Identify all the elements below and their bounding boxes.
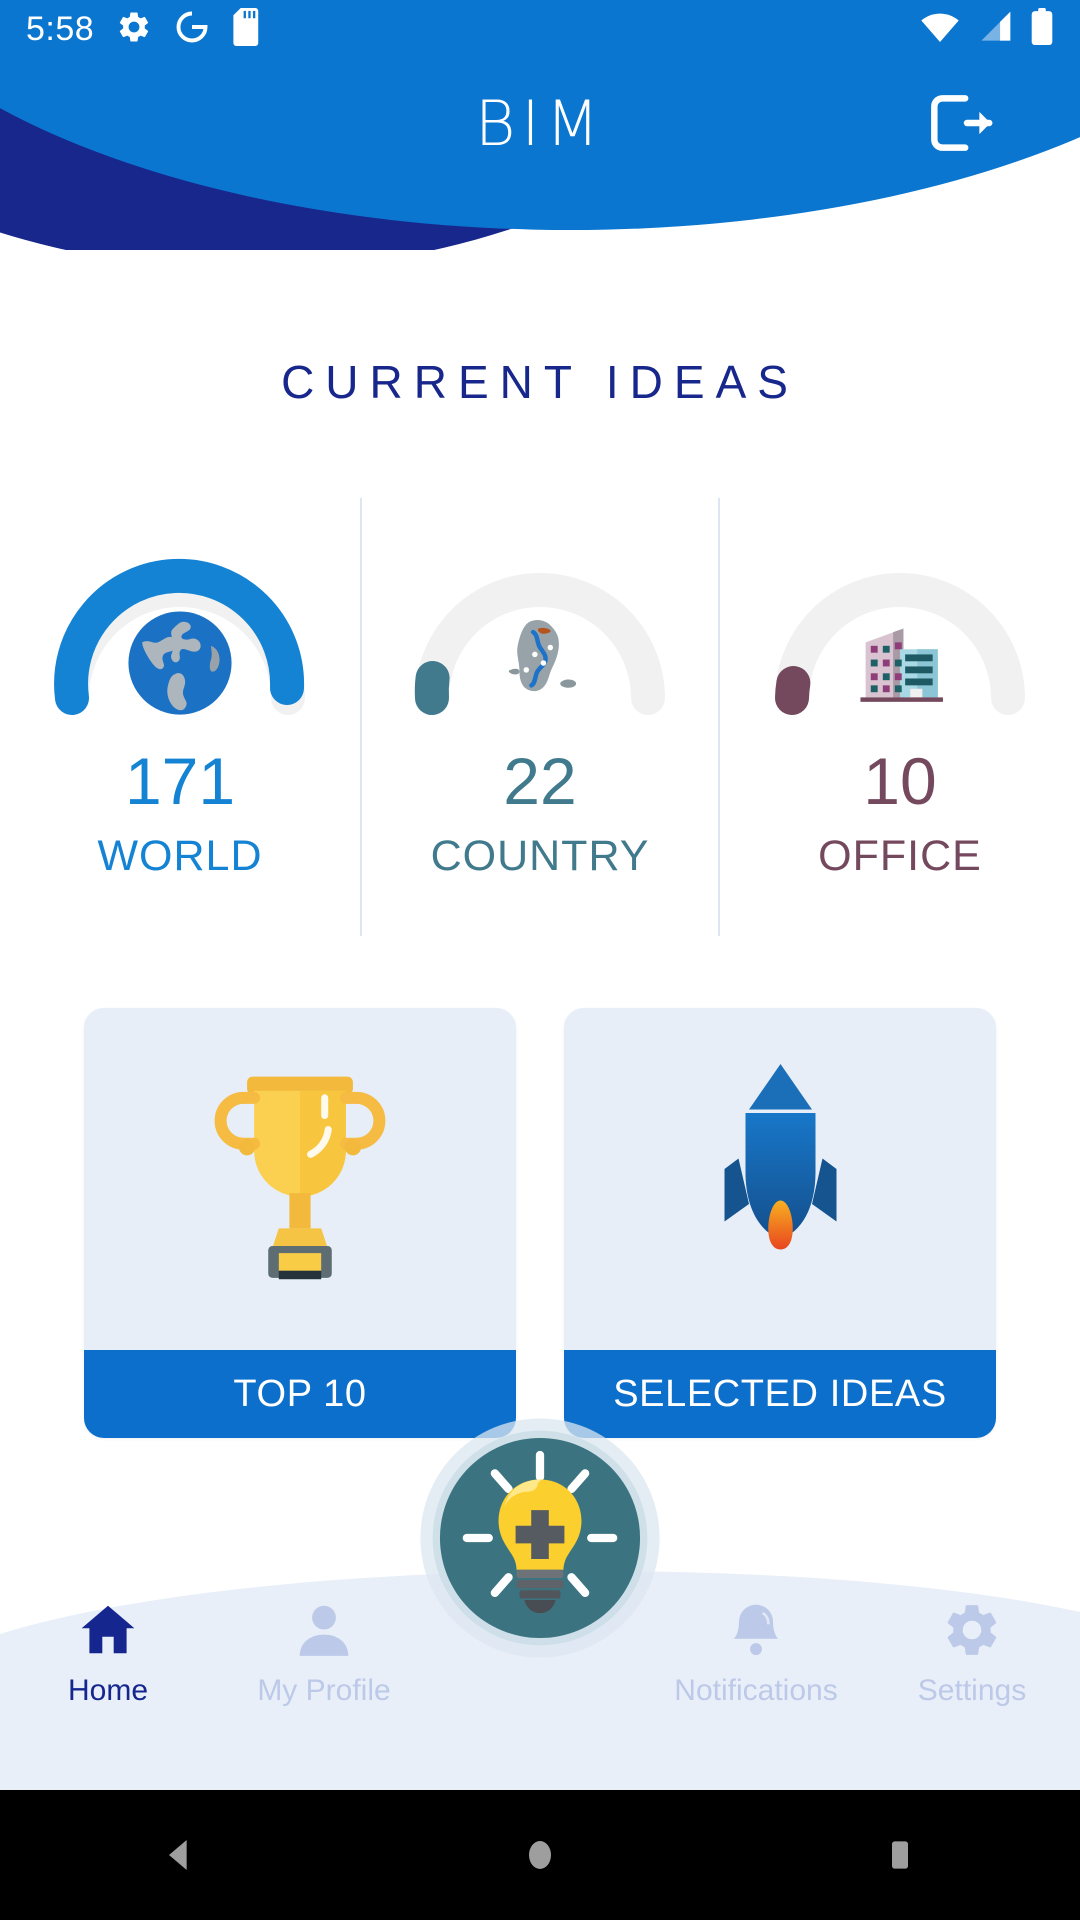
nav-label-settings: Settings	[917, 1674, 1027, 1707]
stat-value-office: 10	[863, 744, 937, 818]
stat-value-world: 171	[124, 744, 236, 818]
gauge-country	[390, 480, 690, 730]
nav-item-my-profile[interactable]: My Profile	[216, 1590, 432, 1708]
user-icon	[292, 1598, 356, 1662]
card-art-top-10	[84, 1008, 516, 1350]
gear-icon	[940, 1598, 1004, 1662]
nav-item-home[interactable]: Home	[0, 1590, 216, 1708]
gauge-office	[750, 480, 1050, 730]
back-triangle-icon	[169, 1840, 187, 1870]
nav-item-notifications[interactable]: Notifications	[648, 1590, 864, 1708]
stat-card-office[interactable]: 10 OFFICE	[720, 480, 1080, 930]
logout-button[interactable]	[916, 80, 1002, 166]
recents-button[interactable]	[840, 1790, 960, 1920]
status-bar-right	[920, 7, 1054, 51]
rocket-icon	[724, 1063, 836, 1249]
battery-icon	[1030, 7, 1054, 51]
status-bar: 5:58	[0, 0, 1080, 58]
nav-label-home: Home	[67, 1674, 149, 1707]
korea-map-icon	[508, 619, 577, 692]
header-bar: BIM	[0, 58, 1080, 188]
android-system-nav	[0, 1790, 1080, 1920]
stat-label-country: COUNTRY	[430, 832, 650, 880]
action-cards-row: TOP 10 SELECTED IDEAS	[84, 1008, 996, 1438]
add-idea-fab[interactable]	[418, 1416, 662, 1660]
stats-row: 171 WORLD 22 COUNTRY 10 OFFICE	[0, 480, 1080, 936]
home-button[interactable]	[480, 1790, 600, 1920]
bell-icon	[724, 1598, 788, 1662]
page-title: CURRENT IDEAS	[281, 356, 799, 408]
nav-label-my-profile: My Profile	[257, 1674, 391, 1707]
card-top-10[interactable]: TOP 10	[84, 1008, 516, 1438]
status-time: 5:58	[26, 9, 95, 48]
globe-icon	[128, 611, 232, 715]
status-bar-left: 5:58	[26, 7, 264, 51]
stat-label-world: WORLD	[97, 832, 263, 880]
trophy-icon	[214, 1076, 386, 1280]
nav-label-notifications: Notifications	[674, 1674, 838, 1707]
card-art-selected-ideas	[564, 1008, 996, 1350]
gear-icon	[116, 9, 152, 50]
nav-item-settings[interactable]: Settings	[864, 1590, 1080, 1708]
stat-card-country[interactable]: 22 COUNTRY	[360, 480, 720, 930]
cellular-signal-icon	[976, 10, 1014, 49]
stat-value-country: 22	[503, 744, 577, 818]
stat-card-world[interactable]: 171 WORLD	[0, 480, 360, 930]
wifi-icon	[920, 10, 960, 49]
recents-square-icon	[892, 1841, 908, 1869]
back-button[interactable]	[120, 1790, 240, 1920]
gauge-world	[30, 480, 330, 730]
sd-card-icon	[232, 7, 264, 51]
home-icon	[76, 1598, 140, 1662]
lightbulb-plus-icon	[420, 1418, 660, 1658]
office-building-icon	[860, 628, 943, 702]
logout-icon	[931, 95, 993, 151]
home-circle-icon	[529, 1841, 551, 1869]
card-selected-ideas[interactable]: SELECTED IDEAS	[564, 1008, 996, 1438]
google-g-icon	[174, 9, 210, 50]
stat-label-office: OFFICE	[818, 832, 982, 880]
